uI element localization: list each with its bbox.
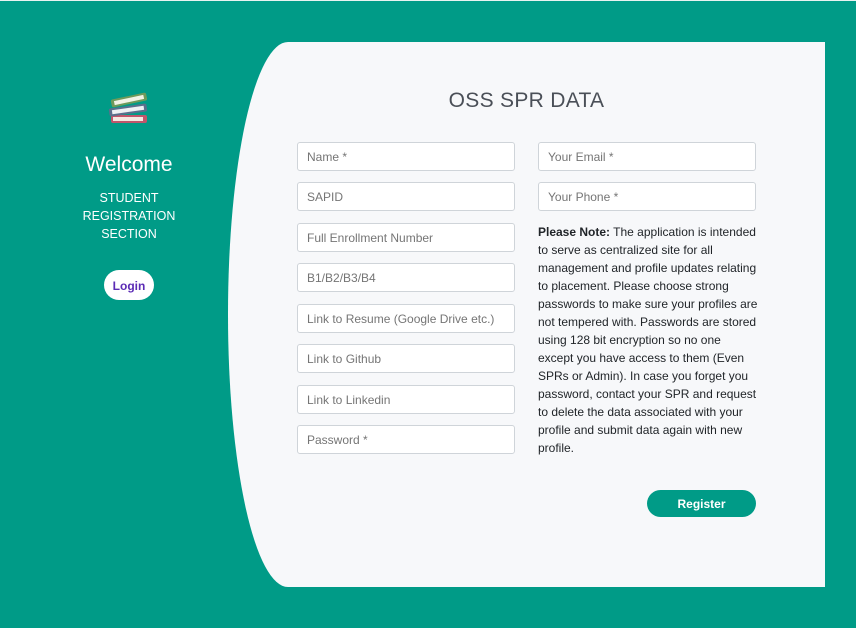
section-line: SECTION xyxy=(101,227,157,241)
books-icon xyxy=(108,92,148,123)
name-input[interactable] xyxy=(297,142,515,171)
register-button[interactable]: Register xyxy=(647,490,756,517)
batch-input[interactable] xyxy=(297,263,515,292)
enrollment-number-input[interactable] xyxy=(297,223,515,252)
top-border xyxy=(0,0,856,1)
section-line: REGISTRATION xyxy=(82,209,176,223)
email-input[interactable] xyxy=(538,142,756,171)
github-link-input[interactable] xyxy=(297,344,515,373)
linkedin-link-input[interactable] xyxy=(297,385,515,414)
form-title: OSS SPR DATA xyxy=(448,89,605,112)
resume-link-input[interactable] xyxy=(297,304,515,333)
note-label: Please Note: xyxy=(538,225,611,239)
phone-input[interactable] xyxy=(538,182,756,211)
sapid-input[interactable] xyxy=(297,182,515,211)
password-input[interactable] xyxy=(297,425,515,454)
welcome-sidebar: Welcome STUDENT REGISTRATION SECTION Log… xyxy=(0,42,258,587)
section-line: STUDENT xyxy=(99,191,159,205)
welcome-heading: Welcome xyxy=(85,153,173,176)
right-strip xyxy=(825,42,856,587)
section-label: STUDENT REGISTRATION SECTION xyxy=(0,189,258,243)
login-button[interactable]: Login xyxy=(104,270,154,300)
note-paragraph: Please Note: The application is intended… xyxy=(538,223,758,457)
note-text: The application is intended to serve as … xyxy=(538,225,758,455)
